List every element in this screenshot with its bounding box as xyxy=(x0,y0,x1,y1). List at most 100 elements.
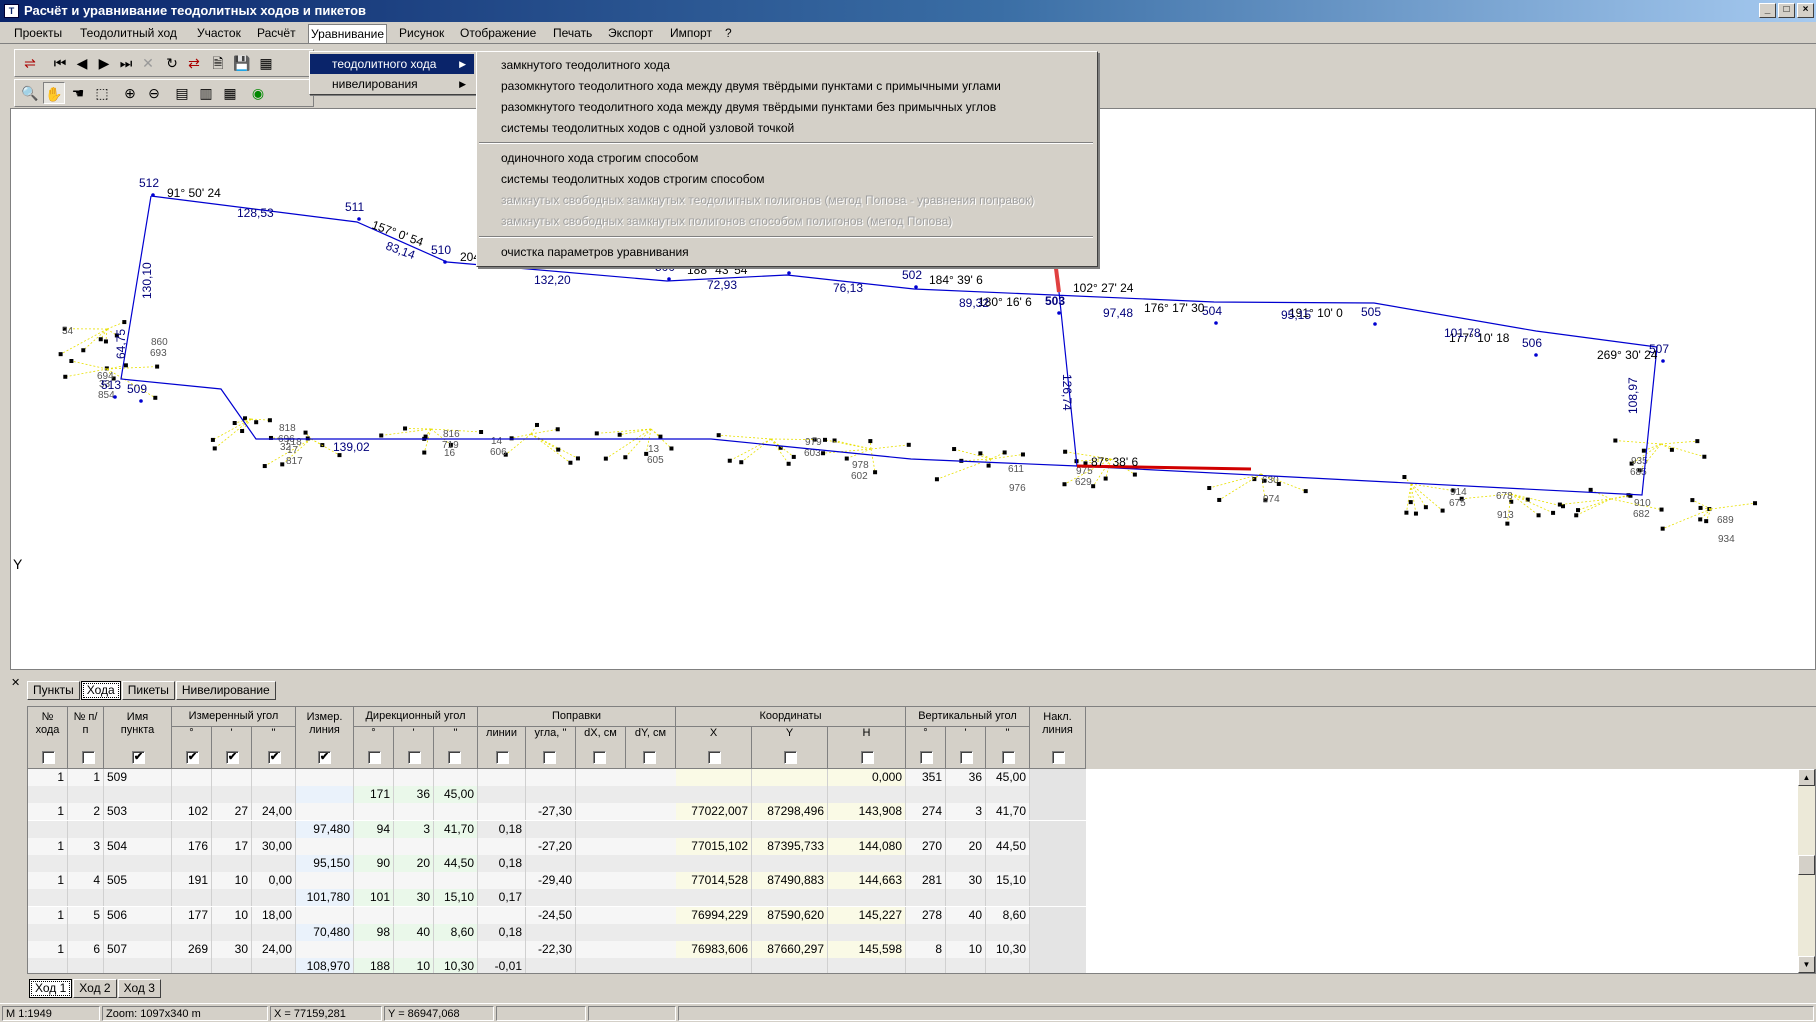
grid-view-icon[interactable]: ▦ xyxy=(219,82,241,104)
menu-calculation[interactable]: Расчёт xyxy=(255,25,298,42)
cell-d2[interactable]: 36 xyxy=(394,786,434,803)
column-filter-checkbox[interactable]: ✔ xyxy=(226,751,239,764)
cell-n[interactable]: 5 xyxy=(68,907,104,924)
scroll-up-icon[interactable]: ▲ xyxy=(1798,769,1815,786)
cell-a1[interactable] xyxy=(172,889,212,906)
cell-hod[interactable] xyxy=(28,855,68,872)
cell-d2[interactable]: 30 xyxy=(394,889,434,906)
cell-x[interactable]: 76994,229 xyxy=(676,907,752,924)
cell-d3[interactable]: 41,70 xyxy=(434,821,478,838)
cell-v3[interactable]: 8,60 xyxy=(986,907,1030,924)
cell-y[interactable]: 87660,297 xyxy=(752,941,828,958)
cell-a2[interactable] xyxy=(212,958,252,973)
cell-hod[interactable] xyxy=(28,821,68,838)
cell-v2[interactable]: 20 xyxy=(946,838,986,855)
menu-drawing[interactable]: Рисунок xyxy=(397,25,446,42)
tab-hod-1[interactable]: Ход 1 xyxy=(29,979,72,998)
select-hand-icon[interactable]: ☚ xyxy=(67,82,89,104)
column-filter-checkbox[interactable] xyxy=(960,751,973,764)
column-filter-checkbox[interactable] xyxy=(448,751,461,764)
cell-line[interactable] xyxy=(296,907,354,924)
cell-incline[interactable] xyxy=(1030,838,1086,855)
cell-a3[interactable] xyxy=(252,855,296,872)
cell-a2[interactable]: 30 xyxy=(212,941,252,958)
cell-d1[interactable]: 188 xyxy=(354,958,394,973)
cell-d2[interactable] xyxy=(394,838,434,855)
refresh-icon[interactable]: ↻ xyxy=(161,52,183,74)
cell-corr_l[interactable]: -0,01 xyxy=(478,958,526,973)
pan-hand-icon[interactable]: ✋ xyxy=(43,82,65,104)
cell-n[interactable]: 1 xyxy=(68,769,104,786)
cell-x[interactable] xyxy=(676,924,752,941)
cell-d1[interactable] xyxy=(354,872,394,889)
cell-d3[interactable] xyxy=(434,941,478,958)
cell-v1[interactable]: 274 xyxy=(906,803,946,820)
table-row-link[interactable]: 101,7801013015,100,17 xyxy=(28,889,1068,906)
cell-corr_a[interactable] xyxy=(526,889,576,906)
cell-line[interactable]: 95,150 xyxy=(296,855,354,872)
close-panel-icon[interactable]: ✕ xyxy=(11,676,20,689)
cell-y[interactable]: 87298,496 xyxy=(752,803,828,820)
cell-d2[interactable] xyxy=(394,769,434,786)
column-filter-checkbox[interactable] xyxy=(1052,751,1065,764)
cell-y[interactable] xyxy=(752,924,828,941)
cell-n[interactable]: 4 xyxy=(68,872,104,889)
cell-a3[interactable]: 18,00 xyxy=(252,907,296,924)
table-row-link[interactable]: 95,150902044,500,18 xyxy=(28,855,1068,872)
table-row[interactable]: 14505191100,00-29,4077014,52887490,88314… xyxy=(28,872,1068,889)
cell-n[interactable] xyxy=(68,786,104,803)
cell-x[interactable] xyxy=(676,769,752,786)
cell-v1[interactable]: 281 xyxy=(906,872,946,889)
cell-y[interactable] xyxy=(752,889,828,906)
cell-hod[interactable]: 1 xyxy=(28,803,68,820)
cell-hod[interactable] xyxy=(28,786,68,803)
cell-name[interactable] xyxy=(104,821,172,838)
cell-hod[interactable]: 1 xyxy=(28,907,68,924)
cell-y[interactable]: 87490,883 xyxy=(752,872,828,889)
table-row[interactable]: 155061771018,00-24,5076994,22987590,6201… xyxy=(28,907,1068,924)
cell-v2[interactable] xyxy=(946,924,986,941)
column-filter-checkbox[interactable] xyxy=(496,751,509,764)
cell-a3[interactable]: 30,00 xyxy=(252,838,296,855)
cell-y[interactable] xyxy=(752,855,828,872)
cell-d3[interactable] xyxy=(434,907,478,924)
menu-help[interactable]: ? xyxy=(723,25,734,42)
coords-view-icon[interactable]: ▥ xyxy=(195,82,217,104)
cell-d2[interactable]: 3 xyxy=(394,821,434,838)
tab-pickets[interactable]: Пикеты xyxy=(122,681,175,700)
cell-v3[interactable]: 41,70 xyxy=(986,803,1030,820)
menu-adjustment[interactable]: Уравнивание xyxy=(308,24,387,44)
cell-d1[interactable] xyxy=(354,838,394,855)
cell-y[interactable] xyxy=(752,786,828,803)
calculator-icon[interactable]: ▦ xyxy=(255,52,277,74)
cell-corr_a[interactable] xyxy=(526,769,576,786)
cell-line[interactable]: 70,480 xyxy=(296,924,354,941)
cell-incline[interactable] xyxy=(1030,941,1086,958)
cell-d1[interactable]: 94 xyxy=(354,821,394,838)
menu-item-open-traverse-with-angles[interactable]: разомкнутого теодолитного хода между дву… xyxy=(501,76,1001,96)
cell-a3[interactable] xyxy=(252,821,296,838)
panel-splitter[interactable] xyxy=(0,670,1816,678)
menu-item-strict-single[interactable]: одиночного хода строгим способом xyxy=(501,148,698,168)
cell-name[interactable]: 507 xyxy=(104,941,172,958)
zoom-in-icon[interactable]: ⊕ xyxy=(119,82,141,104)
delete-record-icon[interactable]: ✕ xyxy=(137,52,159,74)
table-row-link[interactable]: 108,9701881010,30-0,01 xyxy=(28,958,1068,973)
column-filter-checkbox[interactable] xyxy=(543,751,556,764)
cell-h[interactable]: 143,908 xyxy=(828,803,906,820)
cell-n[interactable] xyxy=(68,924,104,941)
cell-a3[interactable] xyxy=(252,769,296,786)
cell-a3[interactable]: 24,00 xyxy=(252,803,296,820)
cell-v2[interactable] xyxy=(946,855,986,872)
cell-a2[interactable]: 17 xyxy=(212,838,252,855)
cell-n[interactable]: 2 xyxy=(68,803,104,820)
cell-a1[interactable] xyxy=(172,769,212,786)
cell-corr_l[interactable]: 0,18 xyxy=(478,855,526,872)
cell-y[interactable] xyxy=(752,821,828,838)
cell-incline[interactable] xyxy=(1030,924,1086,941)
calculate-icon[interactable]: ⇄ xyxy=(183,52,205,74)
cell-x[interactable] xyxy=(676,821,752,838)
cell-d2[interactable]: 10 xyxy=(394,958,434,973)
cell-a1[interactable] xyxy=(172,855,212,872)
submenu-traverse[interactable]: теодолитного хода▶ xyxy=(310,54,474,74)
